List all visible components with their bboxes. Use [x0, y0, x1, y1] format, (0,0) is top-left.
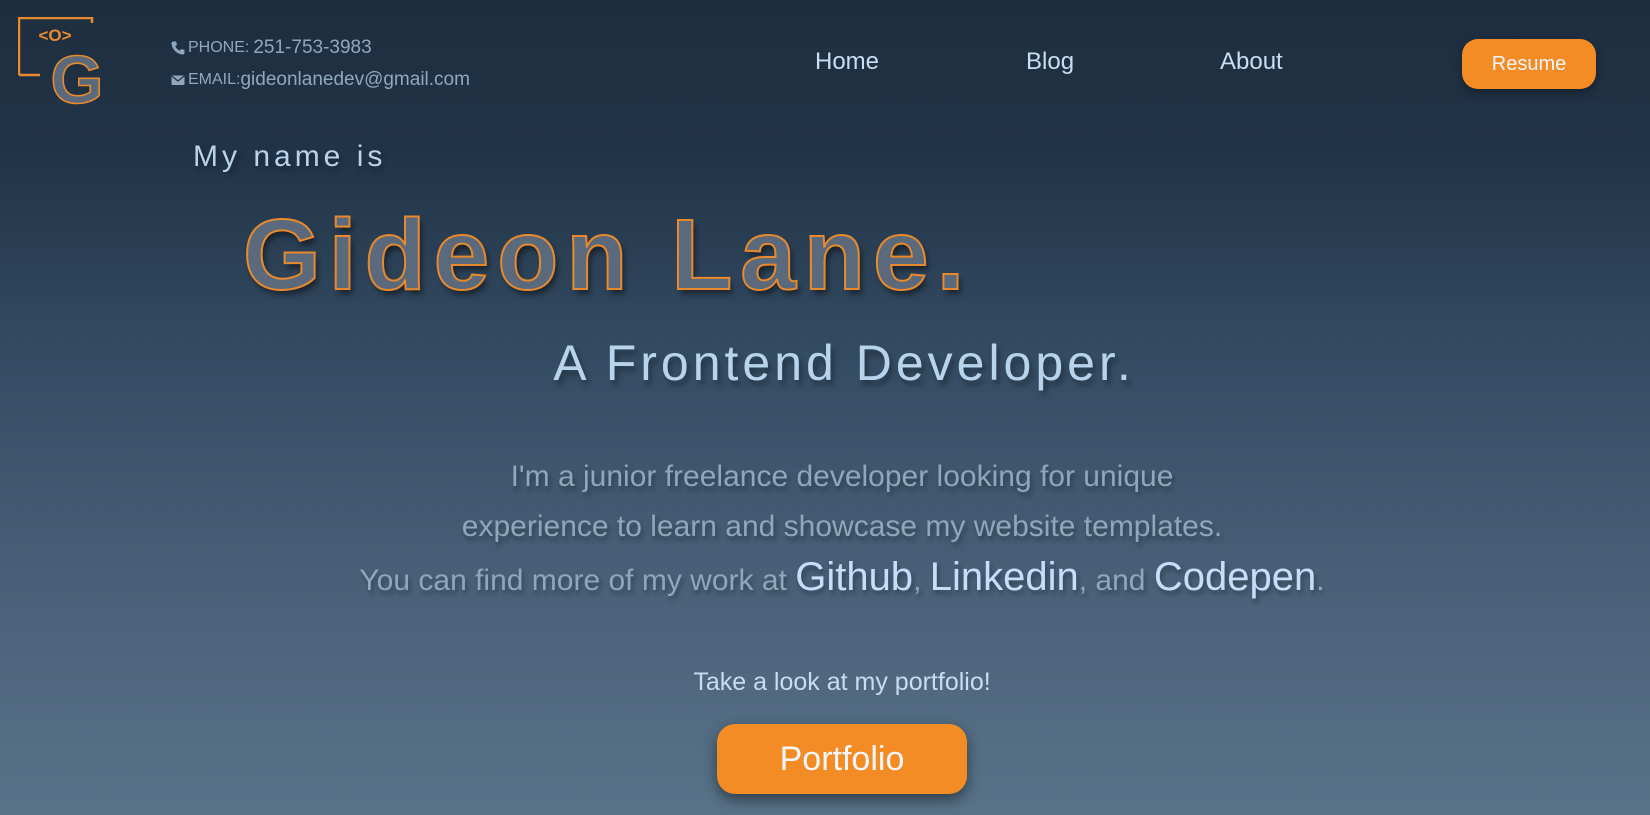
bio-line-2: experience to learn and showcase my webs…: [461, 510, 1223, 543]
intro-text: My name is: [193, 140, 387, 173]
and-separator: , and: [1078, 564, 1146, 597]
portfolio-button[interactable]: Portfolio: [717, 724, 967, 794]
main-nav: Home Blog About: [0, 48, 1650, 80]
hero-tagline: A Frontend Developer.: [553, 335, 1135, 391]
github-link[interactable]: Github: [795, 555, 913, 599]
bio-line-3-prefix: You can find more of my work at: [359, 564, 787, 597]
comma-separator: ,: [913, 564, 922, 597]
hero-name: Gideon Lane.: [242, 199, 973, 311]
end-period: .: [1316, 564, 1325, 597]
bio-line-1: I'm a junior freelance developer looking…: [510, 460, 1174, 493]
nav-link-about[interactable]: About: [1220, 48, 1283, 76]
nav-link-home[interactable]: Home: [815, 48, 879, 76]
resume-button[interactable]: Resume: [1462, 39, 1596, 89]
bio-paragraph: I'm a junior freelance developer looking…: [0, 452, 1650, 606]
nav-link-blog[interactable]: Blog: [1026, 48, 1074, 76]
bio-line-3: You can find more of my work at Github , …: [0, 552, 1650, 606]
codepen-link[interactable]: Codepen: [1154, 555, 1316, 599]
linkedin-link[interactable]: Linkedin: [930, 555, 1079, 599]
portfolio-cta-text: Take a look at my portfolio!: [693, 668, 991, 696]
